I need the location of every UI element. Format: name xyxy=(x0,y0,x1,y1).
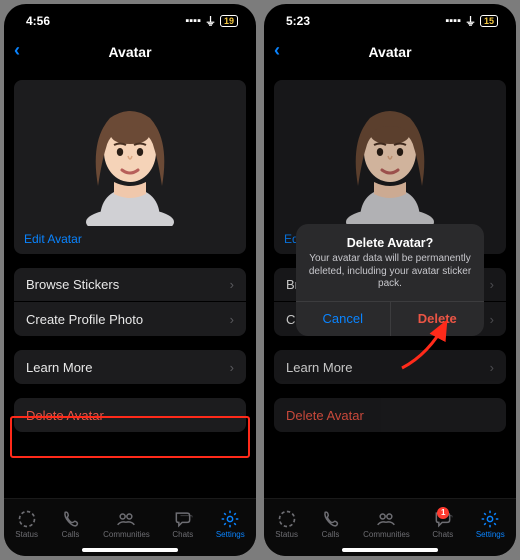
dialog-delete-button[interactable]: Delete xyxy=(390,302,485,336)
chevron-right-icon: › xyxy=(230,277,234,292)
dialog-backdrop: Delete Avatar? Your avatar data will be … xyxy=(264,4,516,556)
avatar-card: Edit Avatar xyxy=(14,80,246,254)
notification-badge: 1 xyxy=(437,507,449,519)
row-label: Delete Avatar xyxy=(26,408,104,423)
back-button[interactable]: ‹ xyxy=(14,40,20,61)
avatar-preview xyxy=(24,90,236,226)
dialog-message: Your avatar data will be permanently del… xyxy=(308,253,472,291)
chevron-right-icon: › xyxy=(230,312,234,327)
tab-communities[interactable]: Communities xyxy=(103,509,150,539)
status-right: ▪▪▪▪ ⏚ 19 xyxy=(185,13,238,29)
row-label: Learn More xyxy=(26,360,92,375)
row-label: Browse Stickers xyxy=(26,277,119,292)
tab-chats[interactable]: 1Chats xyxy=(432,509,453,539)
tab-calls[interactable]: Calls xyxy=(61,509,81,539)
dialog-title: Delete Avatar? xyxy=(308,236,472,250)
status-time: 4:56 xyxy=(26,14,50,28)
tab-chats[interactable]: Chats xyxy=(172,509,193,539)
status-bar: 4:56 ▪▪▪▪ ⏚ 19 xyxy=(4,4,256,38)
row-label: Create Profile Photo xyxy=(26,312,143,327)
home-indicator[interactable] xyxy=(82,548,178,552)
learn-more-row[interactable]: Learn More › xyxy=(14,350,246,384)
signal-icon: ▪▪▪▪ xyxy=(185,15,201,27)
nav-header: ‹ Avatar xyxy=(4,38,256,66)
tab-status[interactable]: Status xyxy=(275,509,298,539)
chevron-right-icon: › xyxy=(230,360,234,375)
delete-avatar-dialog: Delete Avatar? Your avatar data will be … xyxy=(296,224,484,336)
screenshot-left: 4:56 ▪▪▪▪ ⏚ 19 ‹ Avatar Edit Avatar Brow… xyxy=(4,4,256,556)
tab-calls[interactable]: Calls xyxy=(321,509,341,539)
browse-stickers-row[interactable]: Browse Stickers › xyxy=(14,268,246,302)
wifi-icon: ⏚ xyxy=(205,13,216,29)
tab-communities[interactable]: Communities xyxy=(363,509,410,539)
dialog-cancel-button[interactable]: Cancel xyxy=(296,302,390,336)
battery-level: 19 xyxy=(220,15,238,27)
screenshot-right: 5:23 ▪▪▪▪ ⏚ 15 ‹ Avatar Edit Avatar Brow… xyxy=(264,4,516,556)
home-indicator[interactable] xyxy=(342,548,438,552)
delete-avatar-row[interactable]: Delete Avatar xyxy=(14,398,246,432)
edit-avatar-link[interactable]: Edit Avatar xyxy=(24,232,236,246)
tab-settings[interactable]: Settings xyxy=(216,509,245,539)
tab-status[interactable]: Status xyxy=(15,509,38,539)
create-profile-photo-row[interactable]: Create Profile Photo › xyxy=(14,302,246,336)
tab-settings[interactable]: Settings xyxy=(476,509,505,539)
page-title: Avatar xyxy=(108,44,151,60)
